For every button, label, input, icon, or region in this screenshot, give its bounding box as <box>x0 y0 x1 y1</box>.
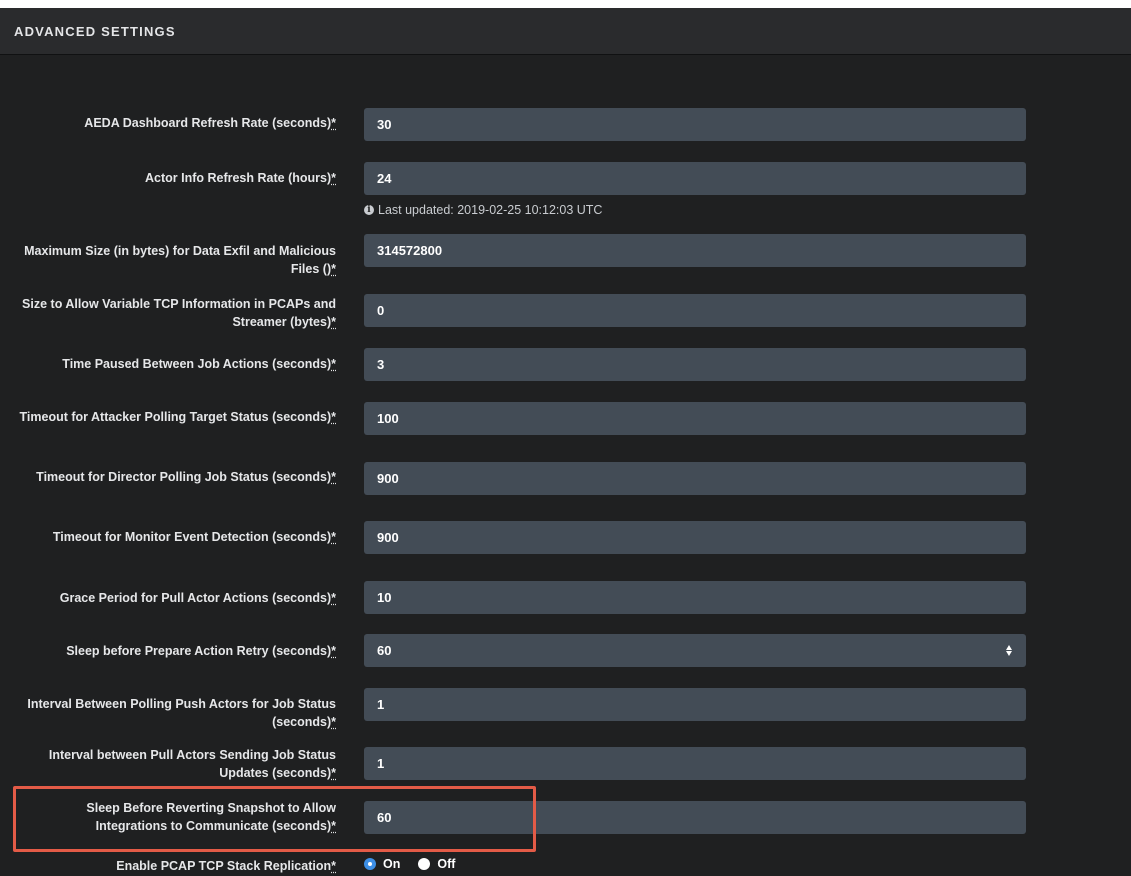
setting-label-aeda-refresh: AEDA Dashboard Refresh Rate (seconds)* <box>84 116 336 130</box>
monitor-event-timeout-input[interactable] <box>364 521 1026 554</box>
max-size-input[interactable] <box>364 234 1026 267</box>
highlight-box <box>13 786 536 852</box>
setting-label-time-paused: Time Paused Between Job Actions (seconds… <box>62 357 336 371</box>
radio-selected-icon[interactable] <box>364 858 376 870</box>
pcap-replication-radio-group: On Off <box>364 857 473 871</box>
setting-label-pull-status-interval: Interval between Pull Actors Sending Job… <box>48 748 336 780</box>
panel-header: ADVANCED SETTINGS <box>0 8 1131 55</box>
director-polling-timeout-input[interactable] <box>364 462 1026 495</box>
setting-label-push-polling-interval: Interval Between Polling Push Actors for… <box>27 697 336 729</box>
setting-label-prepare-retry-sleep: Sleep before Prepare Action Retry (secon… <box>66 644 336 658</box>
setting-label-pcap-replication: Enable PCAP TCP Stack Replication* <box>116 859 336 873</box>
setting-label-variable-tcp-size: Size to Allow Variable TCP Information i… <box>22 297 336 329</box>
spinner-up-icon[interactable] <box>1005 644 1012 650</box>
setting-label-attacker-polling-timeout: Timeout for Attacker Polling Target Stat… <box>19 410 337 424</box>
radio-unselected-icon[interactable] <box>418 858 431 870</box>
actor-info-refresh-rate-input[interactable] <box>364 162 1026 195</box>
radio-off-label: Off <box>437 857 456 871</box>
setting-label-monitor-event-timeout: Timeout for Monitor Event Detection (sec… <box>52 530 336 544</box>
spinner-down-icon[interactable] <box>1005 650 1012 656</box>
setting-label-actor-info-refresh: Actor Info Refresh Rate (hours)* <box>144 171 336 185</box>
pull-status-interval-input[interactable] <box>364 747 1026 780</box>
radio-on-label: On <box>383 857 401 871</box>
last-updated-text: Last updated: 2019-02-25 10:12:03 UTC <box>378 203 603 217</box>
push-polling-interval-input[interactable] <box>364 688 1026 721</box>
panel-title: ADVANCED SETTINGS <box>14 24 176 39</box>
actor-info-last-updated: i Last updated: 2019-02-25 10:12:03 UTC <box>364 203 602 217</box>
setting-label-grace-period: Grace Period for Pull Actor Actions (sec… <box>59 591 336 605</box>
prepare-retry-sleep-input[interactable] <box>364 634 1026 667</box>
prepare-retry-sleep-field <box>364 634 1026 667</box>
setting-label-director-polling-timeout: Timeout for Director Polling Job Status … <box>36 470 336 484</box>
radio-on[interactable]: On <box>364 857 400 871</box>
attacker-polling-timeout-input[interactable] <box>364 402 1026 435</box>
setting-label-max-size: Maximum Size (in bytes) for Data Exfil a… <box>24 244 336 276</box>
number-spinner-icon[interactable] <box>1005 643 1012 657</box>
grace-period-input[interactable] <box>364 581 1026 614</box>
aeda-refresh-rate-input[interactable] <box>364 108 1026 141</box>
time-paused-input[interactable] <box>364 348 1026 381</box>
radio-off[interactable]: Off <box>418 857 455 871</box>
info-icon: i <box>364 205 374 215</box>
variable-tcp-size-input[interactable] <box>364 294 1026 327</box>
